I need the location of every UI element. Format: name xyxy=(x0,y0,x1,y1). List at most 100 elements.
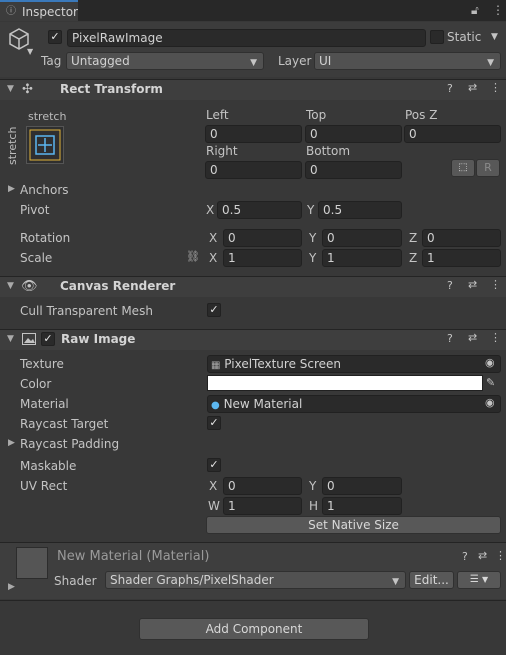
rotation-z-label[interactable]: Z xyxy=(409,231,417,245)
anchor-stretch-top-label: stretch xyxy=(28,110,67,123)
inspector-icon: ⓘ xyxy=(6,5,16,17)
bottom-label: Bottom xyxy=(306,144,351,158)
presets-icon[interactable]: ⇄ xyxy=(468,81,477,94)
uv-y-field[interactable]: 0 xyxy=(322,477,402,495)
shader-dropdown[interactable]: Shader Graphs/PixelShader ▼ xyxy=(105,571,406,589)
help-icon[interactable]: ? xyxy=(447,279,453,292)
object-name-field[interactable]: PixelRawImage xyxy=(67,29,426,47)
shader-edit-button[interactable]: Edit... xyxy=(409,571,454,589)
uv-y-label[interactable]: Y xyxy=(309,479,316,493)
object-picker-icon[interactable]: ◉ xyxy=(485,356,495,369)
more-options-icon[interactable]: ⋮ xyxy=(490,278,501,291)
scale-z-field[interactable]: 1 xyxy=(422,249,501,267)
set-native-size-button[interactable]: Set Native Size xyxy=(206,516,501,534)
scale-y-field[interactable]: 1 xyxy=(322,249,402,267)
rotation-x-field[interactable]: 0 xyxy=(223,229,302,247)
presets-icon[interactable]: ⇄ xyxy=(468,278,477,291)
chevron-down-icon: ▼ xyxy=(487,58,494,68)
raw-edit-button[interactable]: R xyxy=(476,159,500,177)
more-options-icon[interactable]: ⋮ xyxy=(490,81,501,94)
raycast-padding-foldout-icon[interactable]: ▶ xyxy=(8,438,15,448)
rect-transform-title: Rect Transform xyxy=(60,82,163,96)
eyedropper-icon[interactable]: ✎ xyxy=(486,376,495,389)
chevron-down-icon: ▼ xyxy=(482,575,489,584)
right-field[interactable]: 0 xyxy=(205,161,302,179)
object-picker-icon[interactable]: ◉ xyxy=(485,396,495,409)
posz-field[interactable]: 0 xyxy=(404,125,501,143)
material-title: New Material (Material) xyxy=(57,549,210,564)
maskable-checkbox[interactable]: ✓ xyxy=(207,458,221,472)
uv-w-field[interactable]: 1 xyxy=(223,497,302,515)
chevron-down-icon: ▼ xyxy=(250,58,257,68)
uv-w-label[interactable]: W xyxy=(208,499,220,513)
help-icon[interactable]: ? xyxy=(447,332,453,345)
rotation-z-field[interactable]: 0 xyxy=(422,229,501,247)
anchors-foldout-icon[interactable]: ▶ xyxy=(8,184,15,194)
presets-icon[interactable]: ⇄ xyxy=(468,331,477,344)
rotation-y-field[interactable]: 0 xyxy=(322,229,402,247)
left-field[interactable]: 0 xyxy=(205,125,302,143)
foldout-arrow-icon[interactable]: ▼ xyxy=(7,334,14,344)
texture-value: PixelTexture Screen xyxy=(224,357,342,371)
more-options-icon[interactable]: ⋮ xyxy=(492,3,504,17)
raw-image-enabled-checkbox[interactable]: ✓ xyxy=(41,332,55,346)
help-icon[interactable]: ? xyxy=(462,550,468,563)
static-checkbox[interactable] xyxy=(430,30,444,44)
anchor-stretch-side-label: stretch xyxy=(6,126,19,165)
pivot-y-label[interactable]: Y xyxy=(307,203,314,217)
top-field[interactable]: 0 xyxy=(305,125,402,143)
static-dropdown-arrow[interactable]: ▼ xyxy=(491,32,498,42)
cull-transparent-mesh-checkbox[interactable]: ✓ xyxy=(207,303,221,317)
bottom-field[interactable]: 0 xyxy=(305,161,402,179)
material-preview-thumbnail xyxy=(16,547,48,579)
pivot-x-label[interactable]: X xyxy=(206,203,214,217)
maskable-label: Maskable xyxy=(20,459,77,473)
scale-x-field[interactable]: 1 xyxy=(223,249,302,267)
layer-value: UI xyxy=(319,54,332,68)
foldout-arrow-icon[interactable]: ▼ xyxy=(7,84,14,94)
foldout-arrow-icon[interactable]: ▼ xyxy=(7,281,14,291)
more-options-icon[interactable]: ⋮ xyxy=(490,331,501,344)
blueprint-mode-button[interactable]: ⬚ xyxy=(451,159,475,177)
dotted-rect-icon: ⬚ xyxy=(458,162,468,173)
raycast-target-checkbox[interactable]: ✓ xyxy=(207,416,221,430)
texture-field[interactable]: ▦ PixelTexture Screen xyxy=(207,355,501,373)
rotation-label: Rotation xyxy=(20,231,71,245)
rotation-y-label[interactable]: Y xyxy=(309,231,316,245)
scale-z-label[interactable]: Z xyxy=(409,251,417,265)
constrain-proportions-icon[interactable]: ⛓ xyxy=(186,250,200,263)
posz-label: Pos Z xyxy=(405,108,438,122)
image-icon xyxy=(22,333,36,348)
shader-options-button[interactable]: ☰ ▼ xyxy=(457,571,501,589)
help-icon[interactable]: ? xyxy=(447,82,453,95)
uv-x-label[interactable]: X xyxy=(209,479,217,493)
anchors-label[interactable]: Anchors xyxy=(20,183,69,197)
uv-h-field[interactable]: 1 xyxy=(322,497,402,515)
add-component-button[interactable]: Add Component xyxy=(139,618,369,640)
lock-icon[interactable]: 🔓︎ xyxy=(471,3,479,18)
texture-label: Texture xyxy=(20,357,64,371)
pivot-y-field[interactable]: 0.5 xyxy=(318,201,402,219)
tab-inspector[interactable]: ⓘ Inspector xyxy=(0,0,78,21)
uv-h-label[interactable]: H xyxy=(309,499,318,513)
layer-dropdown[interactable]: UI ▼ xyxy=(314,52,501,70)
pivot-x-field[interactable]: 0.5 xyxy=(217,201,302,219)
scale-x-label[interactable]: X xyxy=(209,251,217,265)
material-field[interactable]: ● New Material xyxy=(207,395,501,413)
icon-dropdown-arrow[interactable]: ▼ xyxy=(27,47,33,56)
raw-image-title: Raw Image xyxy=(61,332,136,346)
more-options-icon[interactable]: ⋮ xyxy=(495,549,506,562)
scale-y-label[interactable]: Y xyxy=(309,251,316,265)
raycast-padding-label[interactable]: Raycast Padding xyxy=(20,437,119,451)
scale-label: Scale xyxy=(20,251,53,265)
pivot-label: Pivot xyxy=(20,203,50,217)
anchor-presets-button[interactable] xyxy=(26,126,64,164)
presets-icon[interactable]: ⇄ xyxy=(478,549,487,562)
active-checkbox[interactable]: ✓ xyxy=(48,30,62,44)
color-swatch[interactable] xyxy=(207,375,483,391)
rotation-x-label[interactable]: X xyxy=(209,231,217,245)
uv-x-field[interactable]: 0 xyxy=(223,477,302,495)
tag-dropdown[interactable]: Untagged ▼ xyxy=(66,52,264,70)
material-foldout-icon[interactable]: ▶ xyxy=(8,582,15,592)
cull-transparent-mesh-label: Cull Transparent Mesh xyxy=(20,304,153,318)
